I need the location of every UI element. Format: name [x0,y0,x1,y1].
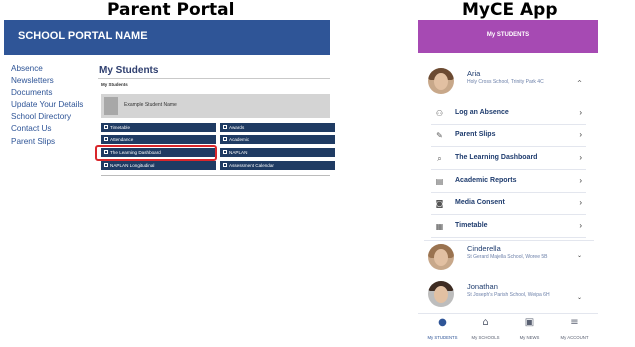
chevron-right-icon: › [579,108,582,117]
parent-portal-heading: Parent Portal [107,0,235,20]
check-icon [223,149,227,154]
menu-icon: ≡ [570,317,579,328]
chevron-right-icon: › [579,153,582,162]
menu-label: Timetable [455,222,488,229]
awards-button-label: Awards [229,125,245,130]
naplan-button-label: NAPLAN [229,150,248,155]
menu-log-absence[interactable]: ⚇ Log an Absence › [431,103,586,125]
tab-my-news[interactable]: ▣ My NEWS [507,317,552,340]
calendar-icon [104,124,108,129]
award-icon [223,124,227,129]
nav-link-update-details[interactable]: Update Your Details [11,99,83,111]
person-icon: ● [438,317,447,328]
tab-label: My STUDENTS [427,335,458,340]
student-school: Holy Cross School, Trinity Park 4C [467,79,544,85]
report-icon: ▤ [435,177,444,186]
menu-academic-reports[interactable]: ▤ Academic Reports › [431,171,586,193]
naplan-longitudinal-button-label: NAPLAN Longitudinal [110,163,155,168]
portal-page-title: My Students [99,65,159,76]
student-card-name: Example Student Name [124,102,177,108]
nav-link-newsletters[interactable]: Newsletters [11,75,83,87]
dashboard-search-icon: ⌕ [437,154,442,163]
menu-learning-dashboard[interactable]: ⌕ The Learning Dashboard › [431,148,586,170]
nav-link-contact-us[interactable]: Contact Us [11,123,83,135]
avatar [428,68,454,94]
divider [98,78,330,79]
attendance-button[interactable]: Attendance [101,135,216,144]
attendance-button-label: Attendance [110,137,134,142]
nav-link-parent-slips[interactable]: Parent Slips [11,136,83,148]
academic-button[interactable]: Academic [220,135,335,144]
chevron-right-icon: › [579,221,582,230]
tab-label: My NEWS [519,335,540,340]
school-icon: ⌂ [482,317,489,328]
news-icon: ▣ [524,317,535,328]
camera-icon: ◙ [435,199,444,208]
nav-link-school-directory[interactable]: School Directory [11,111,83,123]
chevron-up-icon[interactable]: ^ [577,80,582,87]
portal-header: SCHOOL PORTAL NAME [4,20,330,55]
nav-link-documents[interactable]: Documents [11,87,83,99]
chevron-down-icon[interactable]: ⌄ [577,252,582,259]
assessment-calendar-button-label: Assessment Calendar [229,163,274,168]
chevron-right-icon: › [579,198,582,207]
student-name[interactable]: Cinderella [467,244,501,253]
menu-label: Media Consent [455,199,505,206]
person-x-icon: ⚇ [435,109,444,118]
menu-media-consent[interactable]: ◙ Media Consent › [431,193,586,215]
awards-button[interactable]: Awards [220,123,335,132]
calendar-icon: ▦ [435,222,444,231]
timetable-button[interactable]: Timetable [101,123,216,132]
menu-label: Academic Reports [455,177,517,184]
portal-section-label: My Students [101,82,128,87]
tab-my-account[interactable]: ≡ My ACCOUNT [552,317,597,340]
check-icon [223,136,227,141]
menu-label: Log an Absence [455,109,509,116]
tab-my-schools[interactable]: ⌂ My SCHOOLS [463,317,508,340]
naplan-button[interactable]: NAPLAN [220,148,335,157]
student-school: St Joseph's Parish School, Weipa 6H [467,292,550,298]
learning-dashboard-highlight [95,145,217,161]
slip-icon: ✎ [436,131,443,140]
student-school: St Gerard Majella School, Woree 5B [467,254,548,260]
menu-timetable[interactable]: ▦ Timetable › [431,216,586,238]
divider [101,175,330,176]
nav-link-absence[interactable]: Absence [11,63,83,75]
menu-label: Parent Slips [455,131,496,138]
myce-app-heading: MyCE App [462,0,558,20]
tab-label: My ACCOUNT [560,335,589,340]
chart-icon [104,162,108,167]
avatar [428,244,454,270]
check-icon [104,136,108,141]
academic-button-label: Academic [229,137,250,142]
tab-my-students[interactable]: ● My STUDENTS [420,317,465,340]
portal-sidebar-nav: Absence Newsletters Documents Update You… [11,63,83,148]
chevron-right-icon: › [579,176,582,185]
assessment-calendar-button[interactable]: Assessment Calendar [220,161,335,170]
student-photo-placeholder [104,97,118,115]
naplan-longitudinal-button[interactable]: NAPLAN Longitudinal [101,161,216,170]
student-name[interactable]: Jonathan [467,282,498,291]
app-header-title: My STUDENTS [486,32,530,38]
portal-header-title: SCHOOL PORTAL NAME [18,30,148,42]
calendar-icon [223,162,227,167]
avatar [428,281,454,307]
menu-parent-slips[interactable]: ✎ Parent Slips › [431,125,586,147]
student-card[interactable]: Example Student Name [101,94,330,118]
menu-label: The Learning Dashboard [455,154,538,161]
chevron-right-icon: › [579,130,582,139]
chevron-down-icon[interactable]: ⌄ [577,294,582,301]
timetable-button-label: Timetable [110,125,130,130]
tab-label: My SCHOOLS [471,335,500,340]
app-header: My STUDENTS [418,20,598,53]
bottom-tab-bar: ● My STUDENTS ⌂ My SCHOOLS ▣ My NEWS ≡ M… [418,313,598,347]
student-name[interactable]: Aria [467,69,480,78]
